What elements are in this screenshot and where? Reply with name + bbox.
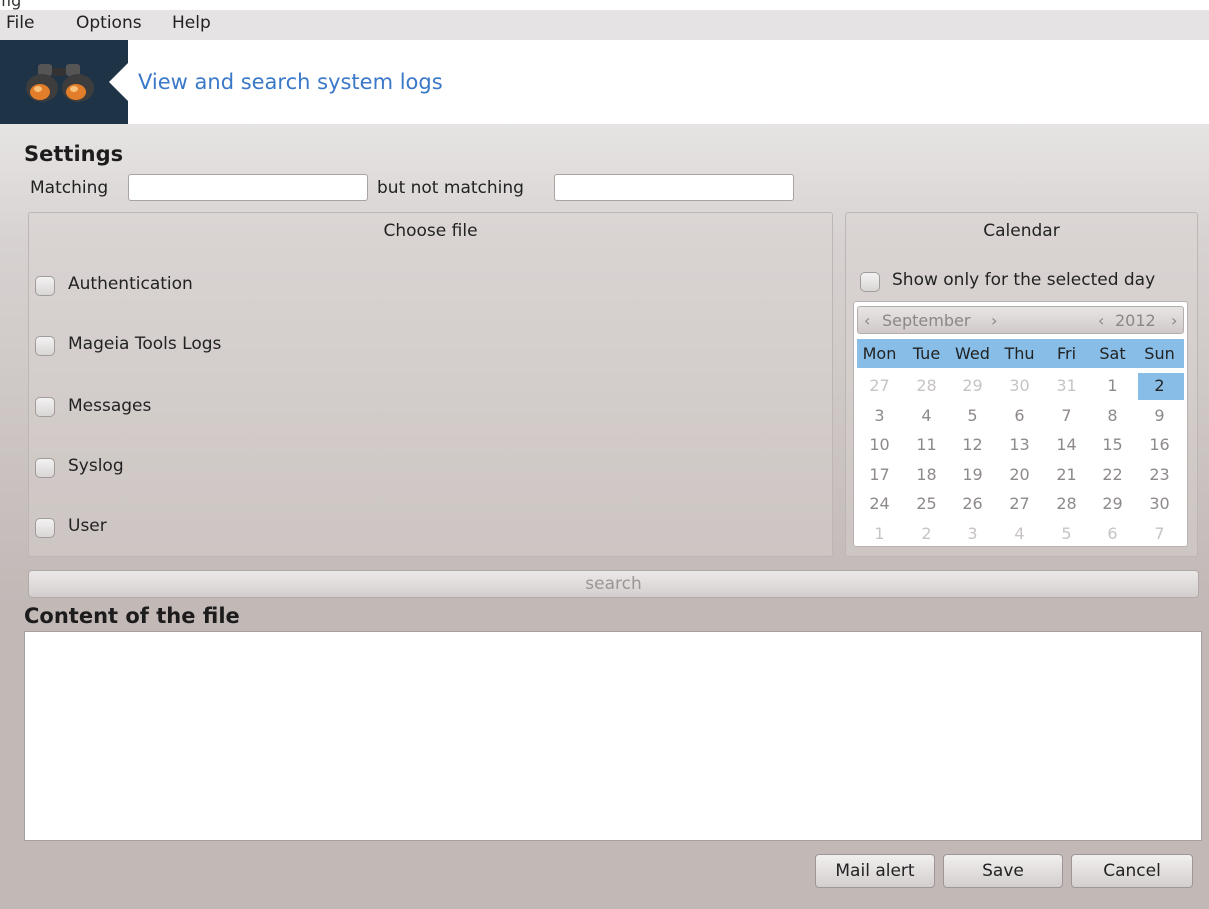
menu-file[interactable]: File <box>6 13 34 33</box>
prev-year-button[interactable]: ‹ <box>1098 311 1104 330</box>
calendar-day[interactable]: 16 <box>1137 435 1182 454</box>
calendar-day[interactable]: 4 <box>997 524 1042 543</box>
calendar-day[interactable]: 28 <box>1044 494 1089 513</box>
cancel-button[interactable]: Cancel <box>1071 854 1193 888</box>
weekday-label: Thu <box>1004 344 1035 363</box>
next-month-button[interactable]: › <box>991 311 997 330</box>
calendar-day[interactable]: 5 <box>950 406 995 425</box>
binoculars-icon <box>26 64 94 102</box>
show-only-selected-day-label: Show only for the selected day <box>892 270 1156 290</box>
banner-title: View and search system logs <box>138 70 443 94</box>
save-button[interactable]: Save <box>943 854 1063 888</box>
calendar-day[interactable]: 29 <box>1090 494 1135 513</box>
banner-arrow <box>109 62 129 102</box>
calendar-day[interactable]: 1 <box>857 524 902 543</box>
calendar-day[interactable]: 4 <box>904 406 949 425</box>
calendar-day[interactable]: 9 <box>1137 406 1182 425</box>
weekday-label: Fri <box>1056 344 1077 363</box>
calendar-day[interactable]: 24 <box>857 494 902 513</box>
calendar-day[interactable]: 11 <box>904 435 949 454</box>
weekday-label: Mon <box>862 344 897 363</box>
window-title-cutoff: fig <box>0 0 1209 10</box>
calendar-day[interactable]: 1 <box>1090 376 1135 395</box>
authentication-checkbox[interactable] <box>35 276 55 296</box>
calendar-day[interactable]: 3 <box>950 524 995 543</box>
calendar-day[interactable]: 31 <box>1044 376 1089 395</box>
calendar-day[interactable]: 7 <box>1044 406 1089 425</box>
user-label: User <box>68 516 107 536</box>
syslog-checkbox[interactable] <box>35 458 55 478</box>
prev-month-button[interactable]: ‹ <box>864 311 870 330</box>
choose-file-frame: Choose file <box>28 212 833 557</box>
banner: View and search system logs <box>0 40 1209 124</box>
calendar-day[interactable]: 25 <box>904 494 949 513</box>
calendar-day[interactable]: 8 <box>1090 406 1135 425</box>
matching-input[interactable] <box>128 174 368 201</box>
calendar-month: September <box>882 311 971 330</box>
calendar-day[interactable]: 6 <box>1090 524 1135 543</box>
calendar-day[interactable]: 5 <box>1044 524 1089 543</box>
calendar-day[interactable]: 2 <box>1137 376 1182 395</box>
calendar-day[interactable]: 17 <box>857 465 902 484</box>
settings-heading: Settings <box>24 142 124 166</box>
calendar-widget: ‹ September › ‹ 2012 › Mon Tue Wed Thu F… <box>853 301 1188 547</box>
calendar-day[interactable]: 14 <box>1044 435 1089 454</box>
calendar-day[interactable]: 29 <box>950 376 995 395</box>
calendar-day[interactable]: 13 <box>997 435 1042 454</box>
weekday-label: Tue <box>912 344 941 363</box>
content-heading: Content of the file <box>24 604 240 628</box>
next-year-button[interactable]: › <box>1171 311 1177 330</box>
calendar-weekday-row: Mon Tue Wed Thu Fri Sat Sun <box>857 339 1184 368</box>
calendar-day[interactable]: 15 <box>1090 435 1135 454</box>
window-title-text: fig <box>1 0 22 10</box>
not-matching-input[interactable] <box>554 174 794 201</box>
menu-bar: File Options Help <box>0 10 1209 40</box>
calendar-day[interactable]: 23 <box>1137 465 1182 484</box>
calendar-day[interactable]: 6 <box>997 406 1042 425</box>
calendar-day[interactable]: 30 <box>1137 494 1182 513</box>
mageia-tools-logs-label: Mageia Tools Logs <box>68 334 222 354</box>
weekday-label: Sun <box>1144 344 1175 363</box>
calendar-header: ‹ September › ‹ 2012 › <box>857 306 1184 334</box>
calendar-day[interactable]: 12 <box>950 435 995 454</box>
messages-label: Messages <box>68 396 152 416</box>
mail-alert-button[interactable]: Mail alert <box>815 854 935 888</box>
calendar-day[interactable]: 27 <box>997 494 1042 513</box>
syslog-label: Syslog <box>68 456 124 476</box>
calendar-day[interactable]: 19 <box>950 465 995 484</box>
menu-help[interactable]: Help <box>172 13 211 33</box>
choose-file-title: Choose file <box>383 221 478 241</box>
calendar-day[interactable]: 28 <box>904 376 949 395</box>
messages-checkbox[interactable] <box>35 397 55 417</box>
calendar-day[interactable]: 2 <box>904 524 949 543</box>
file-content-textarea[interactable] <box>24 631 1202 841</box>
authentication-label: Authentication <box>68 274 193 294</box>
mageia-tools-logs-checkbox[interactable] <box>35 336 55 356</box>
calendar-year: 2012 <box>1115 311 1156 330</box>
calendar-day[interactable]: 20 <box>997 465 1042 484</box>
calendar-day[interactable]: 22 <box>1090 465 1135 484</box>
calendar-day[interactable]: 10 <box>857 435 902 454</box>
calendar-day[interactable]: 7 <box>1137 524 1182 543</box>
calendar-day[interactable]: 3 <box>857 406 902 425</box>
calendar-day[interactable]: 18 <box>904 465 949 484</box>
search-button[interactable]: search <box>28 570 1199 598</box>
calendar-title: Calendar <box>983 221 1060 241</box>
show-only-selected-day-checkbox[interactable] <box>860 272 880 292</box>
weekday-label: Sat <box>1099 344 1126 363</box>
matching-label: Matching <box>30 178 109 198</box>
calendar-day[interactable]: 21 <box>1044 465 1089 484</box>
menu-options[interactable]: Options <box>76 13 142 33</box>
calendar-day[interactable]: 26 <box>950 494 995 513</box>
user-checkbox[interactable] <box>35 518 55 538</box>
calendar-day[interactable]: 30 <box>997 376 1042 395</box>
weekday-label: Wed <box>955 344 990 363</box>
calendar-day[interactable]: 27 <box>857 376 902 395</box>
not-matching-label: but not matching <box>377 178 524 198</box>
